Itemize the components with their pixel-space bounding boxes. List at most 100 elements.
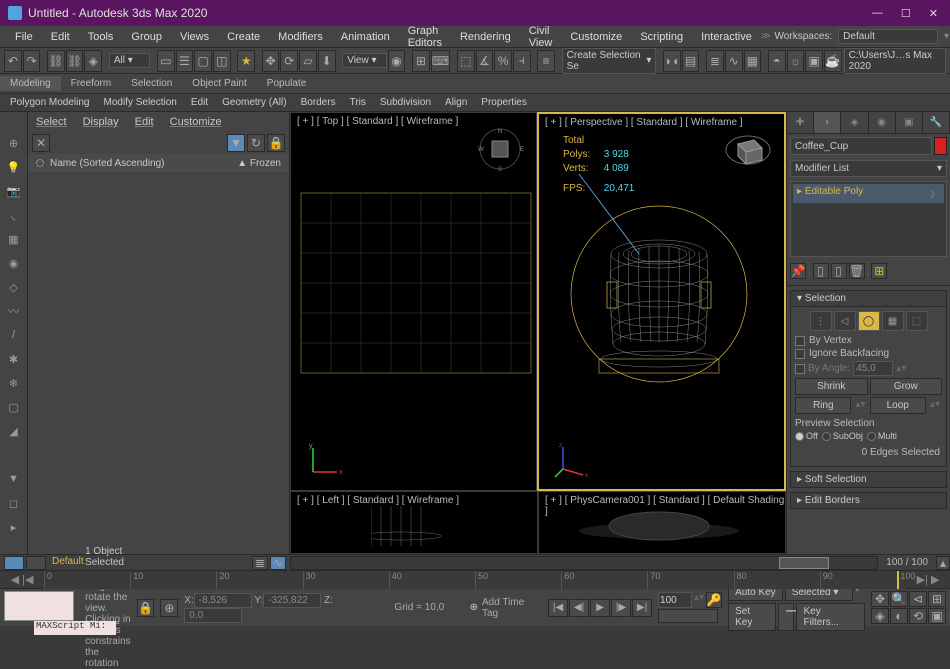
scene-header[interactable]: Name (Sorted Ascending) ▲ Frozen: [28, 154, 289, 172]
scene-menu-customize[interactable]: Customize: [170, 116, 222, 128]
setkey-button[interactable]: Set Key: [728, 603, 776, 631]
sub-subdiv[interactable]: Subdivision: [374, 96, 437, 109]
sub-align[interactable]: Align: [439, 96, 473, 109]
time-slider-track[interactable]: [290, 556, 878, 570]
modstack-editablepoly[interactable]: ▸ Editable Poly〉: [793, 184, 944, 203]
fold-icon[interactable]: ◢: [4, 422, 24, 440]
minimize-button[interactable]: —: [872, 7, 883, 20]
maxscript-output[interactable]: MAXScript Mi:: [34, 621, 116, 635]
named-selection-dropdown[interactable]: Create Selection Se ▾: [562, 48, 657, 74]
grow-button[interactable]: Grow: [870, 378, 943, 395]
refcoord-dropdown[interactable]: View ▾: [342, 53, 387, 68]
keyboard-button[interactable]: ⌨: [431, 50, 450, 72]
layer-button[interactable]: ≣: [706, 50, 724, 72]
snow-icon[interactable]: ✱: [4, 350, 24, 368]
menu-rendering[interactable]: Rendering: [451, 31, 520, 43]
lock-selection-icon[interactable]: 🔒: [137, 599, 155, 617]
curve-editor-button[interactable]: ∿: [725, 50, 743, 72]
vplayout-quad[interactable]: [4, 556, 24, 570]
modifier-list-dropdown[interactable]: Modifier List▾: [790, 160, 947, 177]
rollout-selection-header[interactable]: ▾ Selection: [790, 290, 947, 307]
timeline-left[interactable]: ◀ |◀: [0, 573, 44, 586]
percent-snap-button[interactable]: %: [494, 50, 512, 72]
pivot-button[interactable]: ◉: [388, 50, 406, 72]
material-button[interactable]: ◓: [768, 50, 786, 72]
selection-filter[interactable]: All ▾: [109, 53, 150, 68]
window-crossing-button[interactable]: ◫: [213, 50, 231, 72]
placement-button[interactable]: ⬇: [318, 50, 336, 72]
viewport-camera[interactable]: [ + ] [ PhysCamera001 ] [ Standard ] [ D…: [538, 491, 786, 554]
next-frame-button[interactable]: |▶: [611, 599, 631, 617]
track-hier-icon[interactable]: ≣: [252, 556, 268, 570]
menu-file[interactable]: File: [6, 31, 42, 43]
cmdtab-motion[interactable]: ◉: [869, 112, 896, 133]
prev-frame-button[interactable]: ◀|: [569, 599, 589, 617]
modifier-stack[interactable]: ▸ Editable Poly〉: [790, 181, 947, 257]
sub-borders[interactable]: Borders: [295, 96, 342, 109]
byangle-input[interactable]: [853, 361, 893, 376]
scene-menu-select[interactable]: Select: [36, 116, 67, 128]
viewport-top-label[interactable]: [ + ] [ Top ] [ Standard ] [ Wireframe ]: [297, 116, 458, 127]
viewcube-top[interactable]: NESW: [476, 125, 524, 173]
sub-modsel[interactable]: Modify Selection: [98, 96, 183, 109]
menu-grapheditors[interactable]: Graph Editors: [399, 25, 451, 49]
select-button[interactable]: ▭: [157, 50, 175, 72]
viewport-top[interactable]: [ + ] [ Top ] [ Standard ] [ Wireframe ]…: [290, 112, 537, 491]
expand-icon[interactable]: ▸: [4, 518, 24, 536]
link-button[interactable]: ⛓: [47, 50, 65, 72]
tab-freeform[interactable]: Freeform: [61, 76, 122, 91]
spinner-snap-button[interactable]: ⫞: [513, 50, 531, 72]
ring-button[interactable]: Ring: [795, 397, 851, 414]
frame-input[interactable]: [658, 592, 692, 608]
subobj-vertex[interactable]: ⋮: [810, 311, 832, 331]
close-icon[interactable]: ✕: [32, 134, 50, 152]
goto-end-button[interactable]: ▶|: [632, 599, 652, 617]
menu-views[interactable]: Views: [171, 31, 218, 43]
zoom-ext-icon[interactable]: ◈: [871, 608, 889, 624]
viewport-persp-label[interactable]: [ + ] [ Perspective ] [ Standard ] [ Wir…: [545, 117, 743, 128]
viewcube-persp[interactable]: [724, 126, 772, 174]
highlight-button[interactable]: ★: [237, 50, 255, 72]
time-thumb[interactable]: [779, 557, 829, 569]
keyfilters-button[interactable]: Key Filters...: [796, 603, 865, 631]
add-time-tag[interactable]: Add Time Tag: [482, 597, 542, 619]
sub-tris[interactable]: Tris: [344, 96, 372, 109]
zoom-icon[interactable]: 🔍: [890, 591, 908, 607]
redo-button[interactable]: ↷: [23, 50, 41, 72]
menu-group[interactable]: Group: [122, 31, 171, 43]
geom-icon[interactable]: ▦: [4, 230, 24, 248]
workspace-input[interactable]: [838, 29, 938, 44]
maximize-button[interactable]: ☐: [901, 7, 911, 20]
pan-icon[interactable]: ✥: [871, 591, 889, 607]
tab-selection[interactable]: Selection: [121, 76, 182, 91]
cmdtab-hierarchy[interactable]: ◈: [841, 112, 868, 133]
time-cursor[interactable]: [897, 571, 899, 589]
select-region-button[interactable]: ▢: [194, 50, 212, 72]
scale-button[interactable]: ▱: [299, 50, 317, 72]
workspace-switcher[interactable]: >> Workspaces: ▾: [761, 29, 949, 44]
menu-edit[interactable]: Edit: [42, 31, 79, 43]
repeat-icon[interactable]: ↻: [247, 134, 265, 152]
spacewarp-icon[interactable]: 〰: [4, 302, 24, 320]
box-icon[interactable]: ▢: [4, 398, 24, 416]
move-button[interactable]: ✥: [262, 50, 280, 72]
render-setup-button[interactable]: ☼: [787, 50, 805, 72]
play-button[interactable]: ▶: [590, 599, 610, 617]
show-end-icon[interactable]: ▯: [813, 263, 829, 279]
zoom-all-icon[interactable]: ⊞: [928, 591, 946, 607]
select-name-button[interactable]: ☰: [176, 50, 194, 72]
transform-type-icon[interactable]: ⊕: [160, 599, 178, 617]
setkey-go-button[interactable]: ⟿: [778, 603, 794, 631]
snap-button[interactable]: ⬚: [457, 50, 475, 72]
chevron-down-icon[interactable]: ▾: [944, 31, 949, 42]
viewport-left-label[interactable]: [ + ] [ Left ] [ Standard ] [ Wireframe …: [297, 495, 459, 506]
rollout-editborders-header[interactable]: ▸ Edit Borders: [790, 492, 947, 509]
coord-x[interactable]: -8,526: [194, 593, 252, 608]
viewport-perspective[interactable]: [ + ] [ Perspective ] [ Standard ] [ Wir…: [537, 112, 786, 491]
timeline-ruler[interactable]: 0102030405060708090100: [44, 571, 906, 589]
menu-customize[interactable]: Customize: [561, 31, 631, 43]
sub-polymod[interactable]: Polygon Modeling: [4, 96, 96, 109]
light-icon[interactable]: 💡: [4, 158, 24, 176]
configure-icon[interactable]: ⊞: [871, 263, 887, 279]
manipulate-button[interactable]: ⊞: [412, 50, 430, 72]
